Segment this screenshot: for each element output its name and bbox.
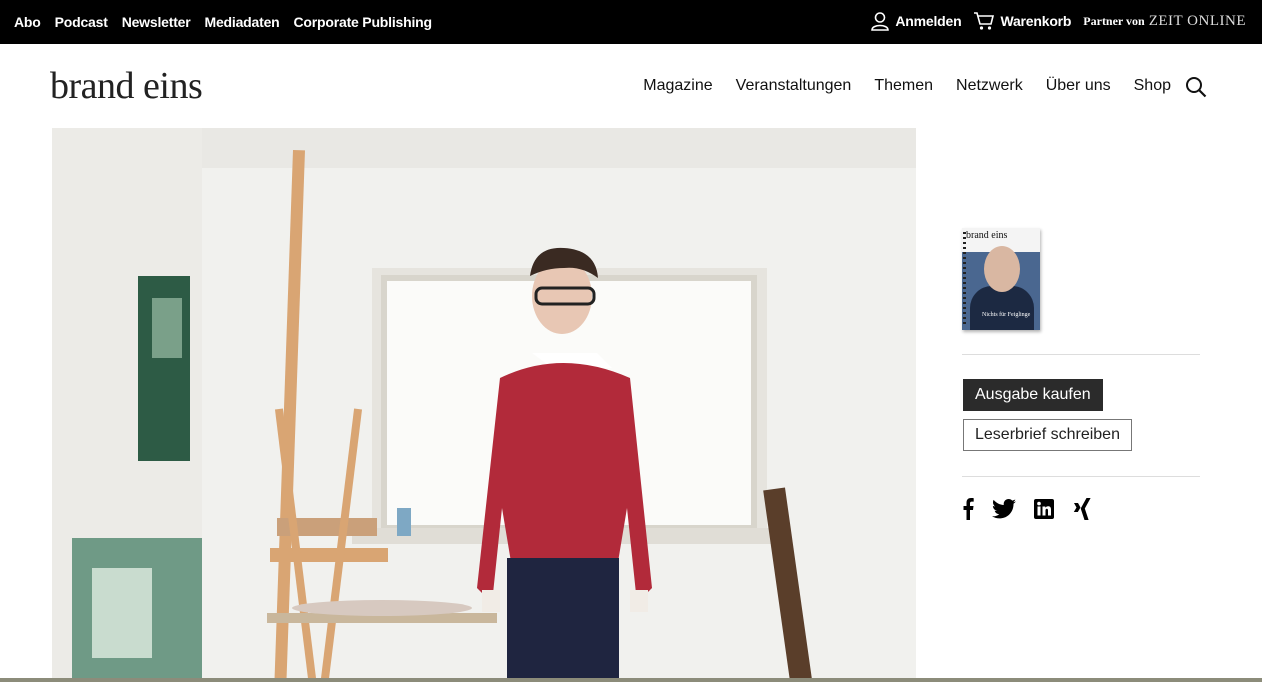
linkedin-icon[interactable] <box>1034 499 1054 519</box>
top-link-corporate-publishing[interactable]: Corporate Publishing <box>294 14 433 30</box>
partner-logo: ZEIT ONLINE <box>1148 12 1246 29</box>
login-link[interactable]: Anmelden <box>870 11 962 31</box>
nav-veranstaltungen[interactable]: Veranstaltungen <box>736 77 852 95</box>
write-letter-button[interactable]: Leserbrief schreiben <box>963 419 1132 451</box>
top-bar: Abo Podcast Newsletter Mediadaten Corpor… <box>0 0 1262 44</box>
social-share <box>962 498 1110 520</box>
divider <box>962 476 1200 477</box>
hero-illustration <box>52 128 916 682</box>
cover-figure-body <box>970 286 1034 330</box>
top-link-mediadaten[interactable]: Mediadaten <box>205 14 280 30</box>
hero-image <box>52 128 916 682</box>
top-link-abo[interactable]: Abo <box>14 14 41 30</box>
partner-zeit-online[interactable]: Partner von ZEIT ONLINE <box>1083 13 1246 30</box>
top-link-newsletter[interactable]: Newsletter <box>122 14 191 30</box>
site-header: brand eins Magazine Veranstaltungen Them… <box>0 44 1262 128</box>
twitter-icon[interactable] <box>992 499 1016 519</box>
nav-magazine[interactable]: Magazine <box>643 77 712 95</box>
nav-themen[interactable]: Themen <box>874 77 933 95</box>
top-right: Anmelden Warenkorb Partner von ZEIT ONLI… <box>858 11 1246 31</box>
facebook-icon[interactable] <box>962 498 974 520</box>
cover-title: Nichts für Feiglinge <box>982 312 1031 318</box>
login-label: Anmelden <box>895 13 962 29</box>
cover-spiral <box>963 232 966 326</box>
magazine-cover[interactable]: brand eins Nichts für Feiglinge <box>962 228 1040 330</box>
top-link-podcast[interactable]: Podcast <box>55 14 108 30</box>
cart-label: Warenkorb <box>1000 13 1072 29</box>
main-nav: Magazine Veranstaltungen Themen Netzwerk… <box>620 77 1171 95</box>
buy-issue-button[interactable]: Ausgabe kaufen <box>963 379 1103 411</box>
partner-prefix: Partner von <box>1083 13 1145 28</box>
user-icon <box>871 12 890 31</box>
cart-link[interactable]: Warenkorb <box>973 11 1071 31</box>
nav-shop[interactable]: Shop <box>1134 77 1171 95</box>
nav-netzwerk[interactable]: Netzwerk <box>956 77 1023 95</box>
divider <box>962 354 1200 355</box>
top-nav: Abo Podcast Newsletter Mediadaten Corpor… <box>14 14 446 30</box>
nav-ueber-uns[interactable]: Über uns <box>1046 77 1111 95</box>
search-icon[interactable] <box>1185 76 1207 98</box>
cover-brand: brand eins <box>966 230 1008 241</box>
page-bottom-edge <box>0 678 1262 682</box>
brand-logo[interactable]: brand eins <box>50 64 203 108</box>
cart-icon <box>974 12 995 30</box>
cover-figure-face <box>984 246 1020 292</box>
xing-icon[interactable] <box>1072 498 1092 520</box>
